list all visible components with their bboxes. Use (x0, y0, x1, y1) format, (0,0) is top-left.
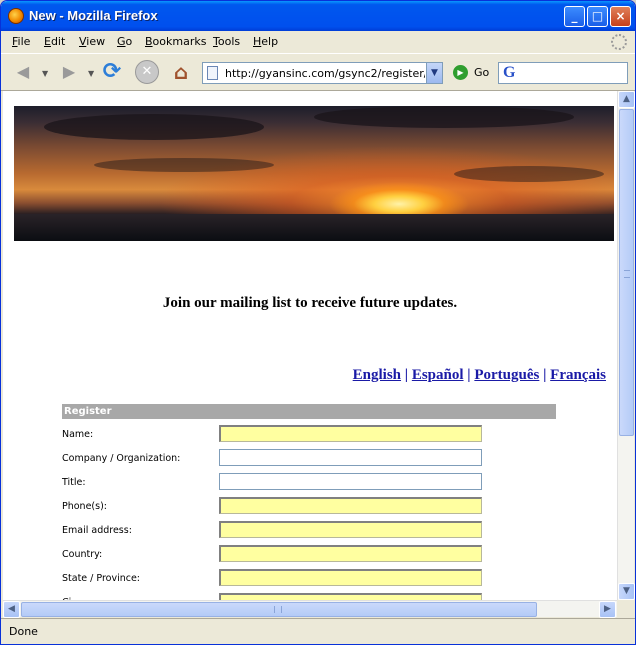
menu-bar: File Edit View Go Bookmarks Tools Help (1, 31, 635, 53)
title-label: Title: (62, 477, 86, 488)
banner-cloud-3 (94, 158, 274, 172)
title-bar[interactable]: New - Mozilla Firefox _ □ × (1, 1, 635, 31)
state-label: State / Province: (62, 573, 141, 584)
banner-sea (14, 214, 614, 241)
status-text: Done (9, 625, 38, 638)
home-icon: ⌂ (173, 60, 189, 84)
lang-separator: | (467, 367, 471, 383)
close-button[interactable]: × (610, 6, 631, 27)
menu-edit[interactable]: Edit (44, 35, 65, 48)
lang-separator: | (543, 367, 547, 383)
menu-file[interactable]: File (12, 35, 30, 48)
navigation-toolbar: ◀ ▼ ▶ ▼ ⟳ ✕ ⌂ http://gyansinc.com/gsync2… (1, 53, 635, 91)
country-field[interactable] (219, 545, 482, 562)
title-field[interactable] (219, 473, 482, 490)
maximize-button[interactable]: □ (587, 6, 608, 27)
sunset-banner-image (14, 106, 614, 241)
forward-arrow-icon: ▶ (62, 62, 76, 81)
url-input[interactable]: http://gyansinc.com/gsync2/register/nev (225, 67, 425, 80)
phone-field[interactable] (219, 497, 482, 514)
reload-button[interactable]: ⟳ (100, 60, 124, 84)
forward-button[interactable]: ▶ (57, 60, 81, 84)
scroll-left-button[interactable]: ◀ (3, 601, 20, 618)
email-field[interactable] (219, 521, 482, 538)
stop-icon: ✕ (141, 64, 153, 79)
window-title: New - Mozilla Firefox (29, 8, 158, 23)
lang-separator: | (404, 367, 409, 383)
menu-tools[interactable]: Tools (213, 35, 240, 48)
horizontal-scrollbar[interactable]: ◀ ▶ (3, 600, 617, 618)
go-icon[interactable]: ▶ (453, 65, 468, 80)
home-button[interactable]: ⌂ (169, 60, 193, 84)
banner-cloud-1 (44, 114, 264, 140)
page-icon (207, 66, 218, 80)
phone-label: Phone(s): (62, 501, 107, 512)
banner-cloud-4 (454, 166, 604, 182)
browser-window: New - Mozilla Firefox _ □ × File Edit Vi… (0, 0, 636, 645)
menu-go[interactable]: Go (117, 35, 132, 48)
banner-cloud-2 (314, 106, 574, 128)
company-label: Company / Organization: (62, 453, 181, 464)
city-field[interactable] (219, 593, 482, 600)
back-arrow-icon: ◀ (16, 62, 30, 81)
lang-portugues-link[interactable]: Português (474, 367, 539, 383)
firefox-logo-icon (8, 8, 24, 24)
scrollbar-corner (617, 600, 634, 617)
go-button[interactable]: Go (474, 66, 489, 79)
scroll-grip-icon (624, 270, 630, 278)
throbber-icon (611, 34, 627, 50)
url-dropdown-icon[interactable]: ▼ (426, 63, 442, 83)
vertical-scroll-thumb[interactable] (619, 109, 634, 436)
stop-button[interactable]: ✕ (135, 60, 159, 84)
forward-history-dropdown-icon[interactable]: ▼ (88, 69, 94, 78)
lang-francais-link[interactable]: Français (550, 367, 606, 383)
reload-icon: ⟳ (102, 59, 122, 84)
page-heading: Join our mailing list to receive future … (162, 295, 458, 311)
scroll-down-button[interactable]: ▼ (618, 583, 635, 600)
back-history-dropdown-icon[interactable]: ▼ (42, 69, 48, 78)
lang-english-link[interactable]: English (353, 367, 401, 383)
vertical-scrollbar[interactable]: ▲ ▼ (617, 91, 635, 600)
menu-view[interactable]: View (79, 35, 105, 48)
lang-espanol-link[interactable]: Español (412, 367, 464, 383)
country-label: Country: (62, 549, 103, 560)
url-bar[interactable]: http://gyansinc.com/gsync2/register/nev … (202, 62, 443, 84)
menu-help[interactable]: Help (253, 35, 278, 48)
language-links: English | Español | Português | Français (353, 367, 606, 384)
menu-bookmarks[interactable]: Bookmarks (145, 35, 206, 48)
scroll-right-button[interactable]: ▶ (599, 601, 616, 618)
minimize-button[interactable]: _ (564, 6, 585, 27)
google-search-icon[interactable]: G (503, 64, 515, 82)
register-form-header: Register (62, 404, 556, 419)
company-field[interactable] (219, 449, 482, 466)
back-button[interactable]: ◀ (11, 60, 35, 84)
scroll-up-button[interactable]: ▲ (618, 91, 635, 108)
name-label: Name: (62, 429, 94, 440)
search-box[interactable]: G (498, 62, 628, 84)
email-label: Email address: (62, 525, 132, 536)
page-content: Join our mailing list to receive future … (3, 91, 617, 600)
horizontal-scroll-thumb[interactable] (21, 602, 537, 617)
state-field[interactable] (219, 569, 482, 586)
name-field[interactable] (219, 425, 482, 442)
scroll-grip-icon (274, 606, 282, 613)
status-bar: Done (1, 618, 635, 644)
